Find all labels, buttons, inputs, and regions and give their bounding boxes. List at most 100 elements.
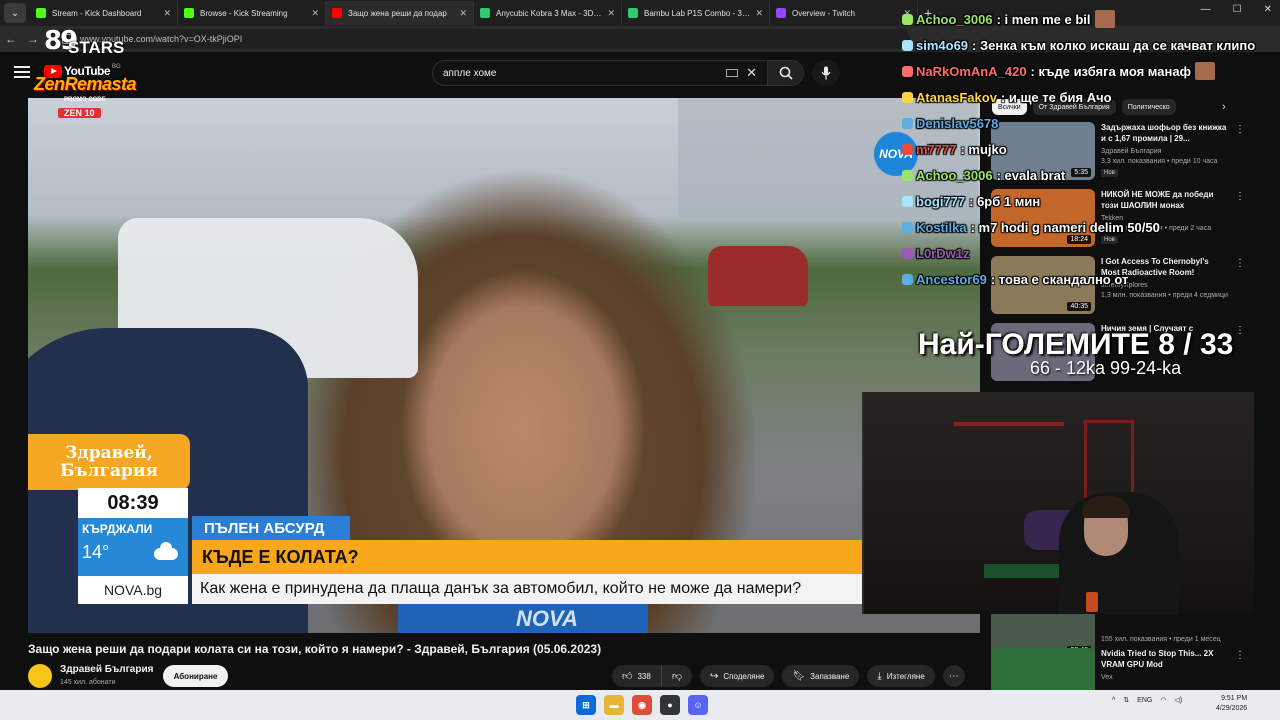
promo-code: ZEN 10	[58, 108, 101, 118]
save-button[interactable]: 🔖︎ Запазване	[782, 665, 860, 687]
video-player[interactable]: NOVA NOVA Здравей, България 08:39 КЪРДЖА…	[28, 98, 980, 633]
channel-name[interactable]: Здравей България	[60, 664, 153, 675]
start-icon[interactable]: ⊞	[576, 695, 596, 715]
more-options-icon[interactable]: ⋮	[1235, 650, 1245, 661]
download-button[interactable]: ⤓ Изтегляне	[867, 665, 935, 687]
recommended-channel[interactable]: Здравей България	[1101, 148, 1161, 155]
recommended-meta: 155 хил. показвания • преди 1 месец	[1101, 636, 1221, 643]
screen: ⌄ Stream - Kick Dashboard ✕ Browse - Kick …	[0, 0, 1280, 720]
dislike-button[interactable]: 👎︎	[661, 665, 692, 687]
chat-username: Denislav5678	[916, 115, 999, 131]
browser-tab[interactable]: Anycubic Kobra 3 Max - 3DJake ✕	[474, 1, 622, 25]
stars-logo: 89 STARS	[44, 26, 134, 57]
chat-username: Ancestor69	[916, 271, 987, 287]
chat-badge-icon	[902, 39, 913, 51]
search-input[interactable]: аппле хоме ✕	[432, 60, 768, 86]
close-tab-icon[interactable]: ✕	[755, 8, 763, 19]
download-label: Изтегляне	[886, 671, 925, 681]
share-icon: ↪	[709, 670, 719, 682]
subscribe-button[interactable]: Абониране	[163, 665, 228, 687]
search-icon	[779, 66, 793, 80]
network-icon[interactable]: ⇅	[1123, 696, 1129, 704]
tab-title: Overview - Twitch	[792, 8, 855, 18]
chat-message: L0rDw1z	[902, 242, 973, 264]
recommended-channel[interactable]: Vex	[1101, 674, 1113, 681]
tab-search-button[interactable]: ⌄	[4, 3, 26, 23]
region-code: BG	[112, 64, 121, 70]
file-explorer-icon[interactable]: ▬	[604, 695, 624, 715]
chat-badge-icon	[902, 247, 913, 259]
chevron-right-icon[interactable]: ›	[1222, 101, 1226, 113]
taskbar-date: 4/29/2026	[1216, 705, 1248, 712]
search-button[interactable]	[768, 60, 804, 86]
chat-username: Achoo_3006	[916, 11, 993, 27]
browser-tab[interactable]: Stream - Kick Dashboard ✕	[30, 1, 178, 25]
video-title: Защо жена реши да подари колата си на то…	[28, 642, 602, 656]
video-actions: 👍︎ 338 👎︎ ↪ Споделяне 🔖︎ Запазване ⤓ Изтегля…	[612, 665, 965, 687]
microphone-icon	[821, 66, 831, 80]
browser-tab[interactable]: Browse - Kick Streaming ✕	[178, 1, 326, 25]
recommended-title[interactable]: Задържаха шофьор без книжка и с 1,67 про…	[1101, 122, 1227, 144]
stars-word: STARS	[68, 38, 125, 57]
browser-tab[interactable]: Защо жена реши да подар ✕	[326, 1, 474, 25]
menu-icon[interactable]	[14, 66, 30, 78]
browser-tab[interactable]: Bambu Lab P1S Combo - 3DJake✕	[622, 1, 770, 25]
jake-icon	[628, 8, 638, 18]
streamer-hair	[1082, 496, 1130, 518]
more-options-icon[interactable]: ⋮	[1235, 258, 1245, 269]
sponsor-name: ZenRemasta	[34, 74, 137, 94]
share-button[interactable]: ↪ Споделяне	[699, 665, 775, 687]
chat-badge-icon	[902, 221, 913, 233]
download-icon: ⤓	[877, 670, 882, 682]
voice-search-button[interactable]	[812, 60, 840, 86]
volume-icon[interactable]: ◁)	[1174, 696, 1182, 704]
chat-message: Ancestor69: това е скандално от	[902, 268, 1128, 290]
chat-username: sim4o69	[916, 37, 969, 53]
more-options-icon[interactable]: ⋮	[1235, 191, 1245, 202]
more-options-icon[interactable]: ⋮	[1235, 124, 1245, 135]
back-button[interactable]: ←	[0, 32, 22, 46]
cam-red-rack	[954, 422, 1064, 482]
like-button[interactable]: 👍︎ 338	[612, 665, 662, 687]
obs-icon[interactable]: ●	[660, 695, 680, 715]
more-options-icon[interactable]: ⋮	[1235, 325, 1245, 336]
promo-label: PROMO CODE	[64, 97, 106, 103]
minimize-icon[interactable]: —	[1201, 4, 1211, 15]
show-logo: Здравей, България	[28, 434, 190, 490]
chat-text: : 6рб 1 мин	[969, 193, 1041, 209]
close-tab-icon[interactable]: ✕	[459, 8, 467, 19]
filter-chip[interactable]: Политическо	[1121, 99, 1176, 115]
more-actions-button[interactable]: ⋯	[942, 665, 965, 687]
chat-message: sim4o69: Зенка към колко искаш да се кач…	[902, 34, 1255, 56]
chat-message: bogi777: 6рб 1 мин	[902, 190, 1040, 212]
wifi-icon[interactable]: ◠	[1160, 696, 1166, 704]
channel-avatar[interactable]	[28, 664, 52, 688]
forward-button[interactable]: →	[22, 32, 44, 46]
chrome-icon[interactable]: ◉	[632, 695, 652, 715]
taskbar-clock[interactable]: 9:51 PM 4/29/2026	[1216, 694, 1247, 714]
maximize-icon[interactable]: ☐	[1233, 4, 1242, 15]
taskbar-time: 9:51 PM	[1221, 695, 1248, 702]
discord-icon[interactable]: ☺	[688, 695, 708, 715]
keyboard-icon[interactable]	[726, 69, 739, 77]
clear-search-icon[interactable]: ✕	[746, 65, 757, 81]
chat-username: L0rDw1z	[916, 245, 970, 261]
save-label: Запазване	[810, 671, 850, 681]
browser-tab[interactable]: Overview - Twitch ✕	[770, 1, 918, 25]
close-window-icon[interactable]: ✕	[1264, 4, 1272, 15]
recommended-meta: 1,3 млн. показвания • преди 4 седмици	[1101, 292, 1228, 299]
windows-taskbar: ⊞ ▬ ◉ ● ☺ ^ ⇅ ENG ◠ ◁) 9:51 PM 4/29/2026	[0, 690, 1280, 720]
more-icon: ⋯	[948, 670, 959, 682]
recommended-title[interactable]: НИКОЙ НЕ МОЖЕ да победи този ШАОЛИН мона…	[1101, 189, 1227, 211]
chat-message: Achoo_3006: i men me e bil	[902, 8, 1115, 30]
close-tab-icon[interactable]: ✕	[311, 8, 319, 19]
language-indicator[interactable]: ENG	[1137, 697, 1152, 704]
close-tab-icon[interactable]: ✕	[163, 8, 171, 19]
chevron-up-icon[interactable]: ^	[1112, 697, 1115, 704]
recommended-title[interactable]: Nvidia Tried to Stop This... 2X VRAM GPU…	[1101, 648, 1227, 670]
show-name-line1: Здравей,	[65, 443, 153, 463]
show-name-line2: България	[59, 461, 159, 481]
close-tab-icon[interactable]: ✕	[607, 8, 615, 19]
chat-text: : evala brat	[996, 167, 1066, 183]
url-field[interactable]: www.youtube.com/watch?v=OX-tkPjiOPI	[50, 29, 910, 49]
